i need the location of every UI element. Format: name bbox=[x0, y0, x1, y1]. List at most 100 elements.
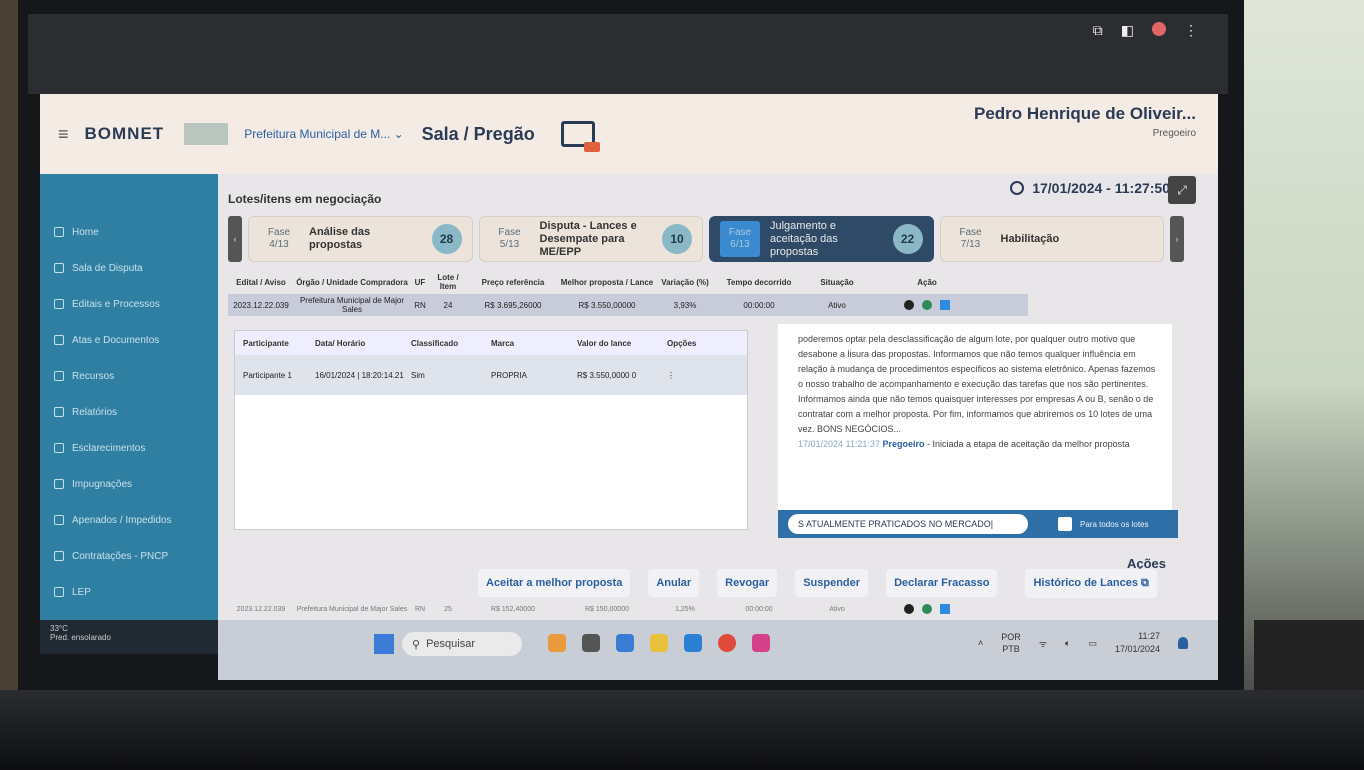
table-cell: R$ 3.550,00000 bbox=[578, 300, 636, 310]
hamburger-menu-icon[interactable]: ≡ bbox=[58, 124, 69, 145]
logo: BOMNET bbox=[84, 124, 165, 143]
lot-table: Edital / Aviso Órgão / Unidade Comprador… bbox=[228, 270, 1028, 316]
phase-card[interactable]: Fase 7/13 Habilitação bbox=[939, 216, 1164, 262]
instagram-icon[interactable] bbox=[752, 634, 770, 652]
sidebar-item-sala-disputa[interactable]: Sala de Disputa bbox=[40, 250, 218, 286]
sidebar-item-label: Relatórios bbox=[72, 406, 118, 418]
chat-input-bar: S ATUALMENTE PRATICADOS NO MERCADO| Para… bbox=[778, 510, 1178, 538]
declare-failure-button[interactable]: Declarar Fracasso bbox=[886, 569, 998, 597]
table-cell: Ativo bbox=[828, 300, 846, 310]
chat-app-icon[interactable] bbox=[616, 634, 634, 652]
document-icon bbox=[54, 335, 64, 345]
sidebar-item-impugnacoes[interactable]: Impugnações bbox=[40, 466, 218, 502]
table-cell: Prefeitura Municipal de Major Sales bbox=[299, 296, 405, 314]
column-header: Valor do lance bbox=[577, 338, 632, 348]
user-name: Pedro Henrique de Oliveir... bbox=[973, 104, 1196, 123]
search-icon: ⚲ bbox=[412, 638, 421, 651]
all-lots-checkbox[interactable]: Para todos os lotes bbox=[1058, 517, 1148, 531]
sidebar-item-lep[interactable]: LEP bbox=[40, 574, 218, 610]
annul-button[interactable]: Anular bbox=[648, 569, 700, 597]
browser-tabbar bbox=[28, 14, 1228, 46]
extension-icon[interactable]: ⧉ bbox=[1093, 22, 1103, 39]
table-cell: R$ 3.550,0000 0 bbox=[577, 370, 637, 380]
battery-icon[interactable]: ▭ bbox=[1088, 638, 1097, 649]
windows-start-icon[interactable] bbox=[374, 634, 394, 654]
sidebar-item-home[interactable]: Home bbox=[40, 214, 218, 250]
bid-history-button[interactable]: Histórico de Lances ⧉ bbox=[1025, 568, 1157, 598]
browser-url-bar[interactable] bbox=[28, 46, 1228, 68]
user-box[interactable]: Pedro Henrique de Oliveir... Pregoeiro bbox=[974, 104, 1196, 139]
phase-card-active[interactable]: Fase 6/13 Julgamento e aceitação das pro… bbox=[709, 216, 934, 262]
sidebar-item-recursos[interactable]: Recursos bbox=[40, 358, 218, 394]
phase-name: Disputa - Lances e Desempate para ME/EPP bbox=[539, 219, 637, 258]
more-menu-icon[interactable]: ⋮ bbox=[1184, 22, 1198, 39]
column-header: UF bbox=[414, 277, 426, 287]
table-cell: PROPRIA bbox=[491, 370, 528, 380]
main-content: Lotes/itens em negociação 17/01/2024 - 1… bbox=[218, 174, 1218, 620]
wifi-icon[interactable]: ᯤ bbox=[1039, 637, 1047, 650]
phase-card[interactable]: Fase 4/13 Análise das propostas 28 bbox=[248, 216, 473, 262]
checkbox-label: Para todos os lotes bbox=[1080, 519, 1149, 529]
volume-icon[interactable]: 🔈︎ bbox=[1065, 638, 1070, 649]
checkbox-icon[interactable] bbox=[1058, 517, 1072, 531]
sidebar-item-label: Sala de Disputa bbox=[72, 262, 143, 274]
column-header: Melhor proposta / Lance bbox=[560, 277, 654, 287]
profile-avatar[interactable] bbox=[1152, 22, 1166, 36]
sidebar-item-label: Home bbox=[72, 226, 99, 238]
sidebar-item-esclarecimentos[interactable]: Esclarecimentos bbox=[40, 430, 218, 466]
desk-background bbox=[1244, 0, 1364, 770]
folder-icon[interactable] bbox=[650, 634, 668, 652]
select-icon[interactable] bbox=[940, 300, 950, 310]
sidepanel-icon[interactable]: ◧ bbox=[1121, 22, 1134, 39]
phase-name: Julgamento e aceitação das propostas bbox=[770, 219, 838, 258]
table-cell: 3,93% bbox=[673, 300, 697, 310]
phase-next-button[interactable]: › bbox=[1170, 216, 1184, 262]
org-select[interactable]: Prefeitura Municipal de M... ⌄ bbox=[244, 127, 403, 141]
sidebar-item-contratacoes[interactable]: Contratações - PNCP bbox=[40, 538, 218, 574]
phase-card[interactable]: Fase 5/13 Disputa - Lances e Desempate p… bbox=[478, 216, 703, 262]
chevron-up-icon[interactable]: ˄ bbox=[978, 638, 983, 648]
accept-best-proposal-button[interactable]: Aceitar a melhor proposta bbox=[478, 569, 631, 597]
revoke-button[interactable]: Revogar bbox=[717, 569, 778, 597]
datetime-value: 17/01/2024 - 11:27:50 bbox=[1032, 180, 1170, 196]
status-icon[interactable] bbox=[922, 300, 932, 310]
weather-widget[interactable]: 33°C Pred. ensolarado bbox=[40, 620, 218, 654]
chat-author: Pregoeiro bbox=[882, 439, 925, 449]
chat-message: poderemos optar pela desclassificação de… bbox=[798, 334, 1156, 434]
sidebar-item-atas[interactable]: Atas e Documentos bbox=[40, 322, 218, 358]
sidebar-item-label: LEP bbox=[72, 586, 91, 598]
date: 17/01/2024 bbox=[1114, 644, 1160, 654]
notification-icon[interactable] bbox=[1178, 637, 1188, 649]
status-icon[interactable] bbox=[922, 604, 932, 614]
info-icon[interactable] bbox=[904, 300, 914, 310]
taskbar-clock[interactable]: 11:27 17/01/2024 bbox=[1115, 630, 1160, 656]
mail-icon[interactable] bbox=[560, 121, 600, 152]
sidebar-item-relatorios[interactable]: Relatórios bbox=[40, 394, 218, 430]
table-row[interactable]: Participante 1 16/01/2024 | 18:20:14.21 … bbox=[235, 355, 747, 395]
sidebar-item-apenados[interactable]: Apenados / Impedidos bbox=[40, 502, 218, 538]
app-icon[interactable] bbox=[548, 634, 566, 652]
lang-code: POR bbox=[1001, 632, 1021, 642]
table-row[interactable]: 2023.12.22.039 Prefeitura Municipal de M… bbox=[228, 598, 1028, 620]
suspend-button[interactable]: Suspender bbox=[795, 569, 869, 597]
taskbar-search[interactable]: ⚲ Pesquisar bbox=[402, 632, 522, 656]
select-icon[interactable] bbox=[940, 604, 950, 614]
phase-prev-button[interactable]: ‹ bbox=[228, 216, 242, 262]
language-indicator[interactable]: POR PTB bbox=[1001, 631, 1021, 655]
folder-icon bbox=[54, 371, 64, 381]
store-icon[interactable] bbox=[684, 634, 702, 652]
row-actions bbox=[872, 604, 982, 614]
table-row[interactable]: 2023.12.22.039 Prefeitura Municipal de M… bbox=[228, 294, 1028, 316]
chrome-icon[interactable] bbox=[718, 634, 736, 652]
row-actions bbox=[872, 300, 982, 310]
sidebar-item-editais[interactable]: Editais e Processos bbox=[40, 286, 218, 322]
sidebar-item-label: Contratações - PNCP bbox=[72, 550, 169, 562]
info-icon[interactable] bbox=[904, 604, 914, 614]
column-header: Opções bbox=[667, 338, 697, 348]
app-icon[interactable] bbox=[582, 634, 600, 652]
taskbar: ⚲ Pesquisar ˄ POR PTB ᯤ 🔈︎ ▭ 11:27 17/01… bbox=[218, 620, 1218, 680]
phase-name: Habilitação bbox=[1000, 232, 1060, 245]
toggle-panel-button[interactable]: ⤢ bbox=[1168, 176, 1196, 204]
options-menu-icon[interactable]: ⋮ bbox=[667, 371, 747, 380]
chat-input[interactable]: S ATUALMENTE PRATICADOS NO MERCADO| bbox=[788, 514, 1028, 534]
